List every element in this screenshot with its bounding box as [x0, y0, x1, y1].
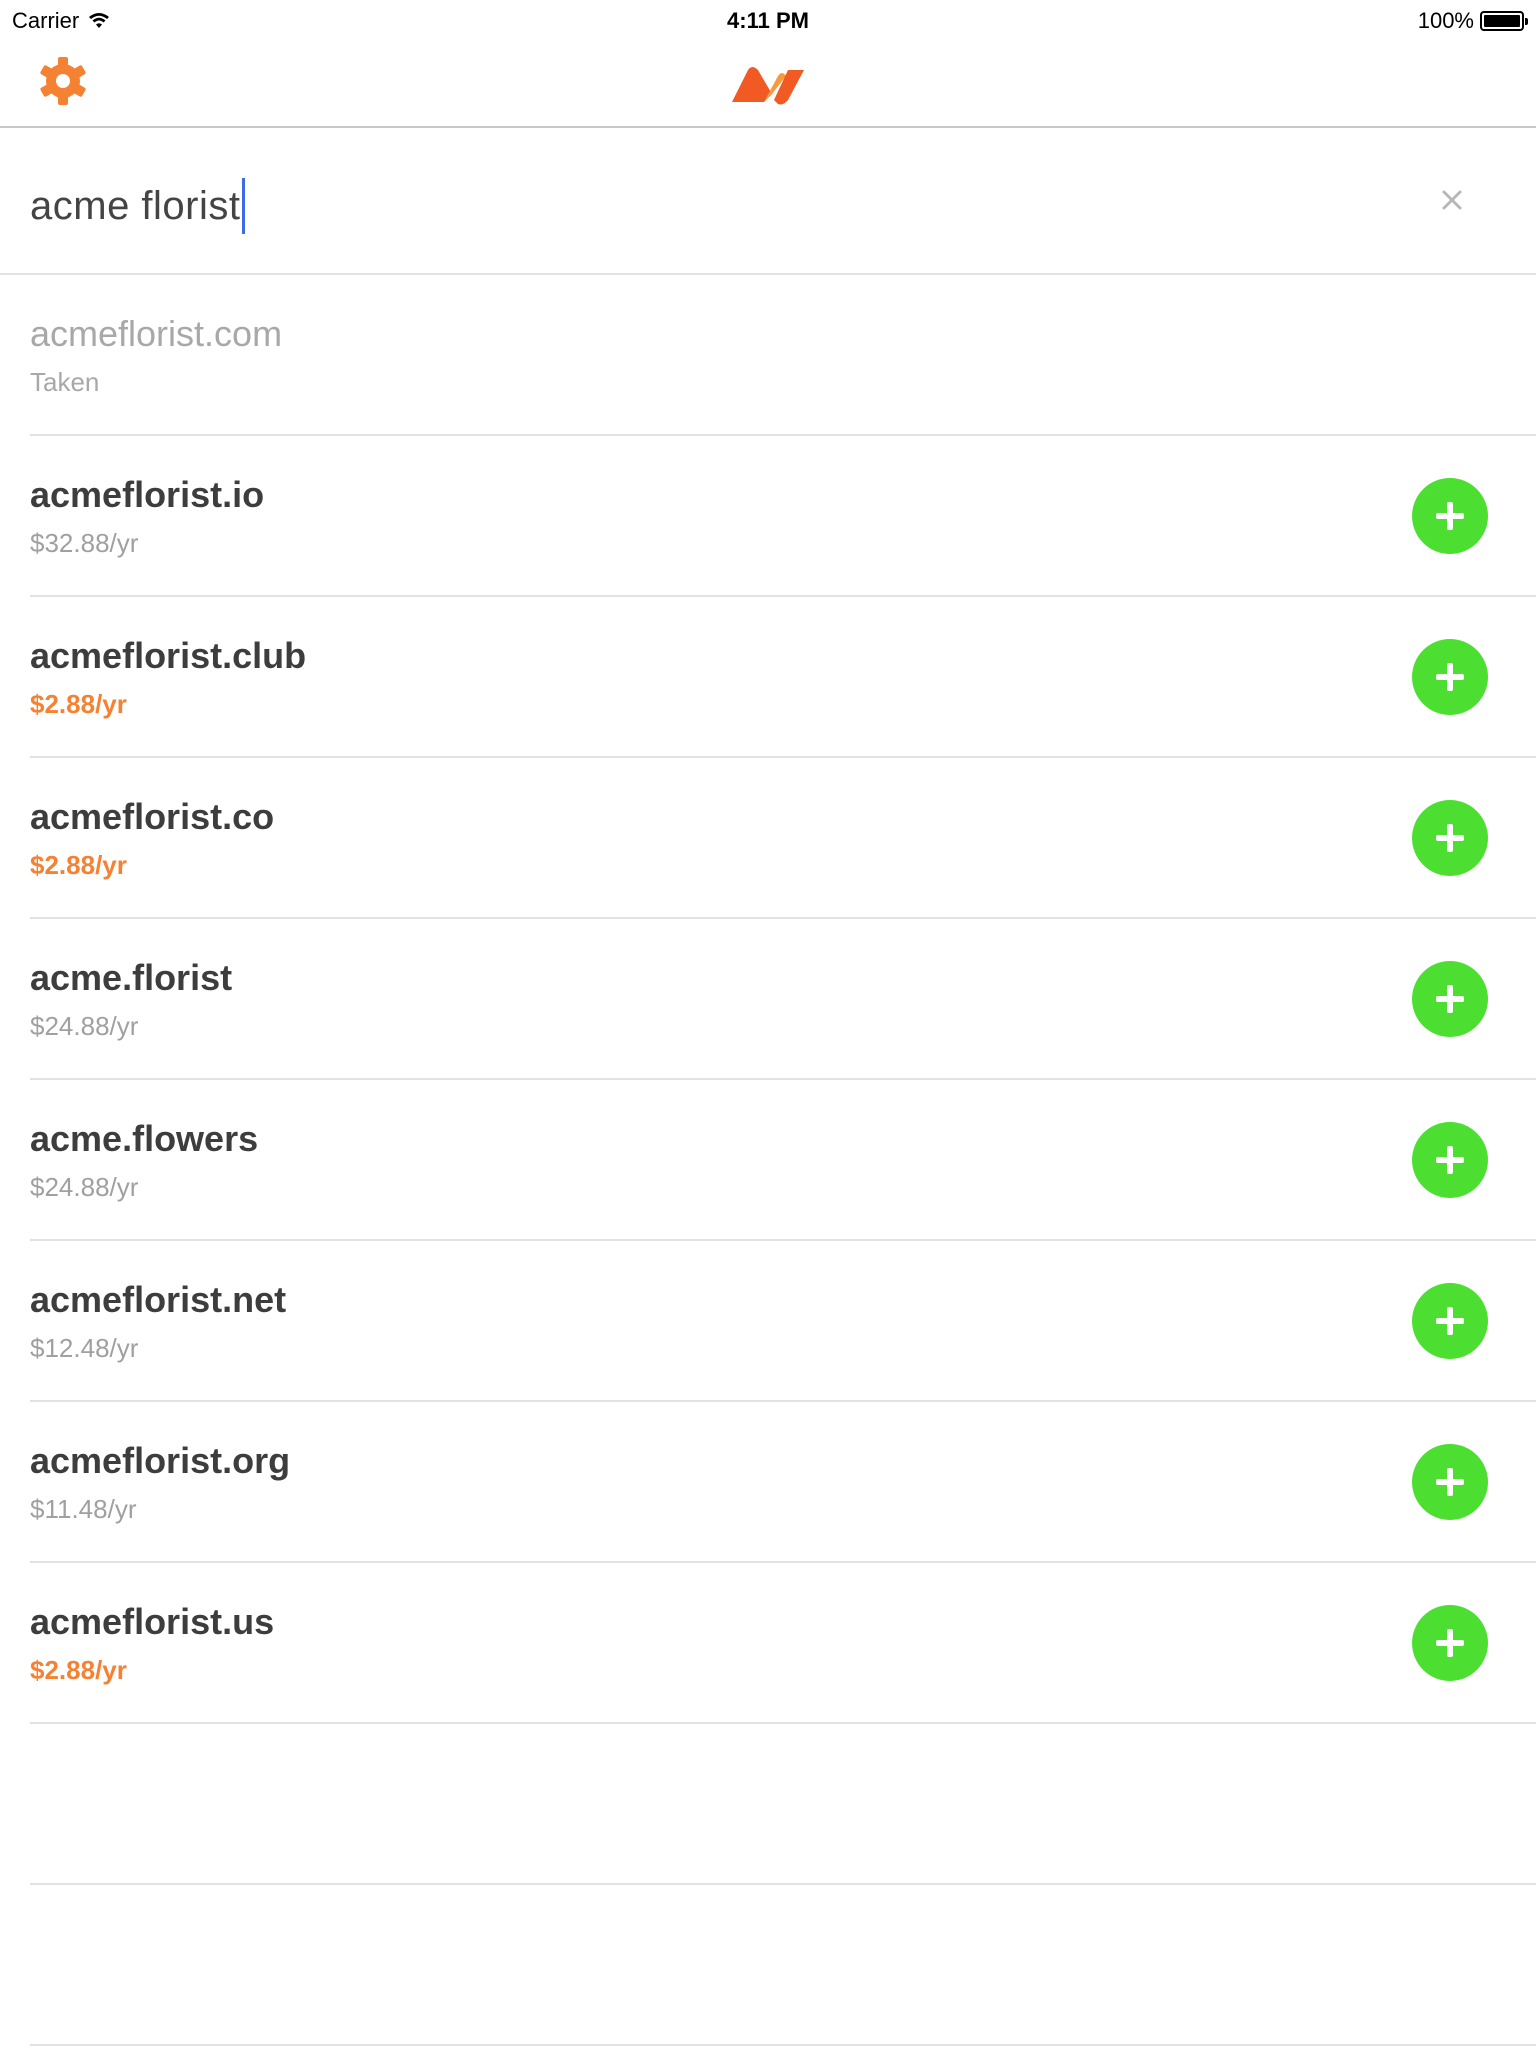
domain-name: acmeflorist.io: [30, 474, 265, 515]
domain-price: $2.88/yr: [30, 850, 127, 880]
add-to-cart-button[interactable]: [1412, 1605, 1488, 1681]
text-caret: [241, 178, 245, 234]
domain-price: $2.88/yr: [30, 1655, 127, 1685]
list-item: acmeflorist.club $2.88/yr: [30, 597, 1536, 758]
add-to-cart-button[interactable]: [1412, 1122, 1488, 1198]
navigation-bar: [0, 40, 1536, 128]
add-to-cart-button[interactable]: [1412, 639, 1488, 715]
status-bar: Carrier 4:11 PM 100%: [0, 0, 1536, 40]
domain-name: acmeflorist.net: [30, 1279, 287, 1320]
domain-status: Taken: [30, 367, 100, 397]
clock: 4:11 PM: [727, 8, 809, 33]
settings-button[interactable]: [36, 54, 90, 108]
domain-name: acmeflorist.us: [30, 1601, 275, 1642]
list-item: acme.florist $24.88/yr: [30, 919, 1536, 1080]
list-item: acmeflorist.us $2.88/yr: [30, 1563, 1536, 1724]
domain-name: acmeflorist.org: [30, 1440, 291, 1481]
domain-results-list: acmeflorist.com Taken acmeflorist.io $32…: [0, 275, 1536, 2046]
domain-price: $2.88/yr: [30, 689, 127, 719]
list-item: acmeflorist.io $32.88/yr: [30, 436, 1536, 597]
search-input-text: acme florist: [30, 183, 241, 228]
empty-list-row: [30, 1724, 1536, 1885]
battery-percentage: 100%: [1417, 8, 1474, 33]
domain-price: $24.88/yr: [30, 1172, 139, 1202]
domain-price: $24.88/yr: [30, 1011, 139, 1041]
list-item: acmeflorist.org $11.48/yr: [30, 1402, 1536, 1563]
add-to-cart-button[interactable]: [1412, 1444, 1488, 1520]
add-to-cart-button[interactable]: [1412, 961, 1488, 1037]
gear-icon: [40, 57, 86, 105]
list-item: acmeflorist.com Taken: [30, 275, 1536, 436]
namecheap-logo-icon: [732, 67, 804, 105]
list-item: acmeflorist.co $2.88/yr: [30, 758, 1536, 919]
add-to-cart-button[interactable]: [1412, 478, 1488, 554]
search-input[interactable]: acme florist: [30, 178, 245, 234]
domain-name: acme.florist: [30, 957, 233, 998]
domain-name: acmeflorist.com: [30, 313, 283, 354]
domain-price: $32.88/yr: [30, 528, 139, 558]
search-bar: acme florist: [0, 128, 1536, 275]
add-to-cart-button[interactable]: [1412, 800, 1488, 876]
battery-icon: [1480, 11, 1528, 31]
domain-price: $11.48/yr: [30, 1494, 137, 1524]
empty-list-row: [30, 1885, 1536, 2046]
close-icon: [1442, 190, 1462, 210]
domain-name: acmeflorist.co: [30, 796, 275, 837]
list-item: acmeflorist.net $12.48/yr: [30, 1241, 1536, 1402]
domain-name: acmeflorist.club: [30, 635, 307, 676]
battery-indicator: 100%: [1417, 8, 1528, 34]
domain-name: acme.flowers: [30, 1118, 259, 1159]
domain-price: $12.48/yr: [30, 1333, 139, 1363]
clear-search-button[interactable]: [1432, 180, 1472, 220]
logo: [728, 60, 808, 110]
add-to-cart-button[interactable]: [1412, 1283, 1488, 1359]
list-item: acme.flowers $24.88/yr: [30, 1080, 1536, 1241]
